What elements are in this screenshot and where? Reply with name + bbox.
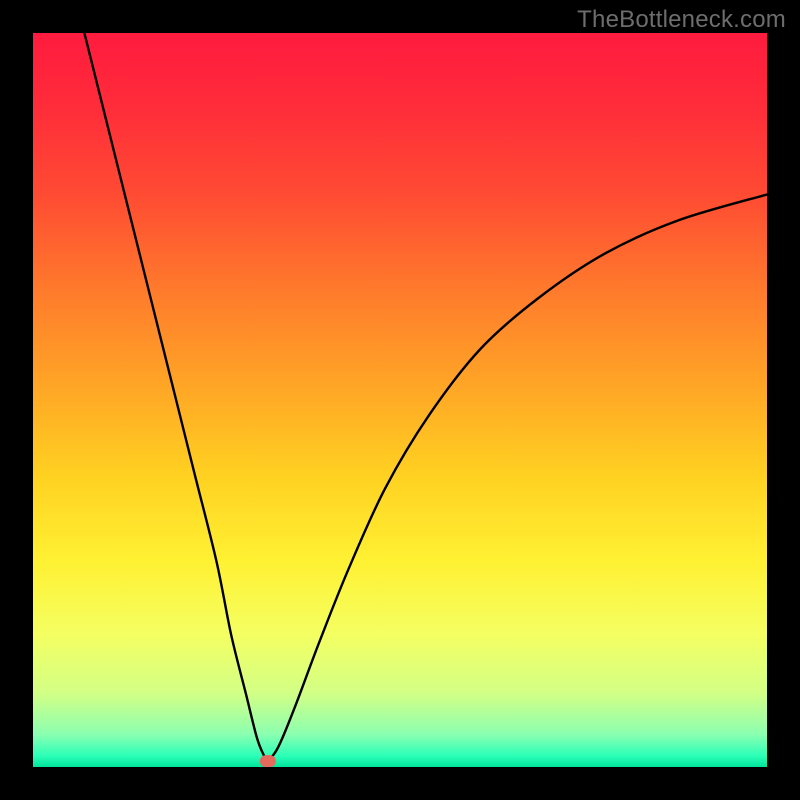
watermark-text: TheBottleneck.com [577, 6, 786, 34]
plot-area [33, 33, 767, 767]
optimal-marker [260, 755, 276, 767]
chart-frame: TheBottleneck.com [0, 0, 800, 800]
chart-svg [33, 33, 767, 767]
gradient-background [33, 33, 767, 767]
